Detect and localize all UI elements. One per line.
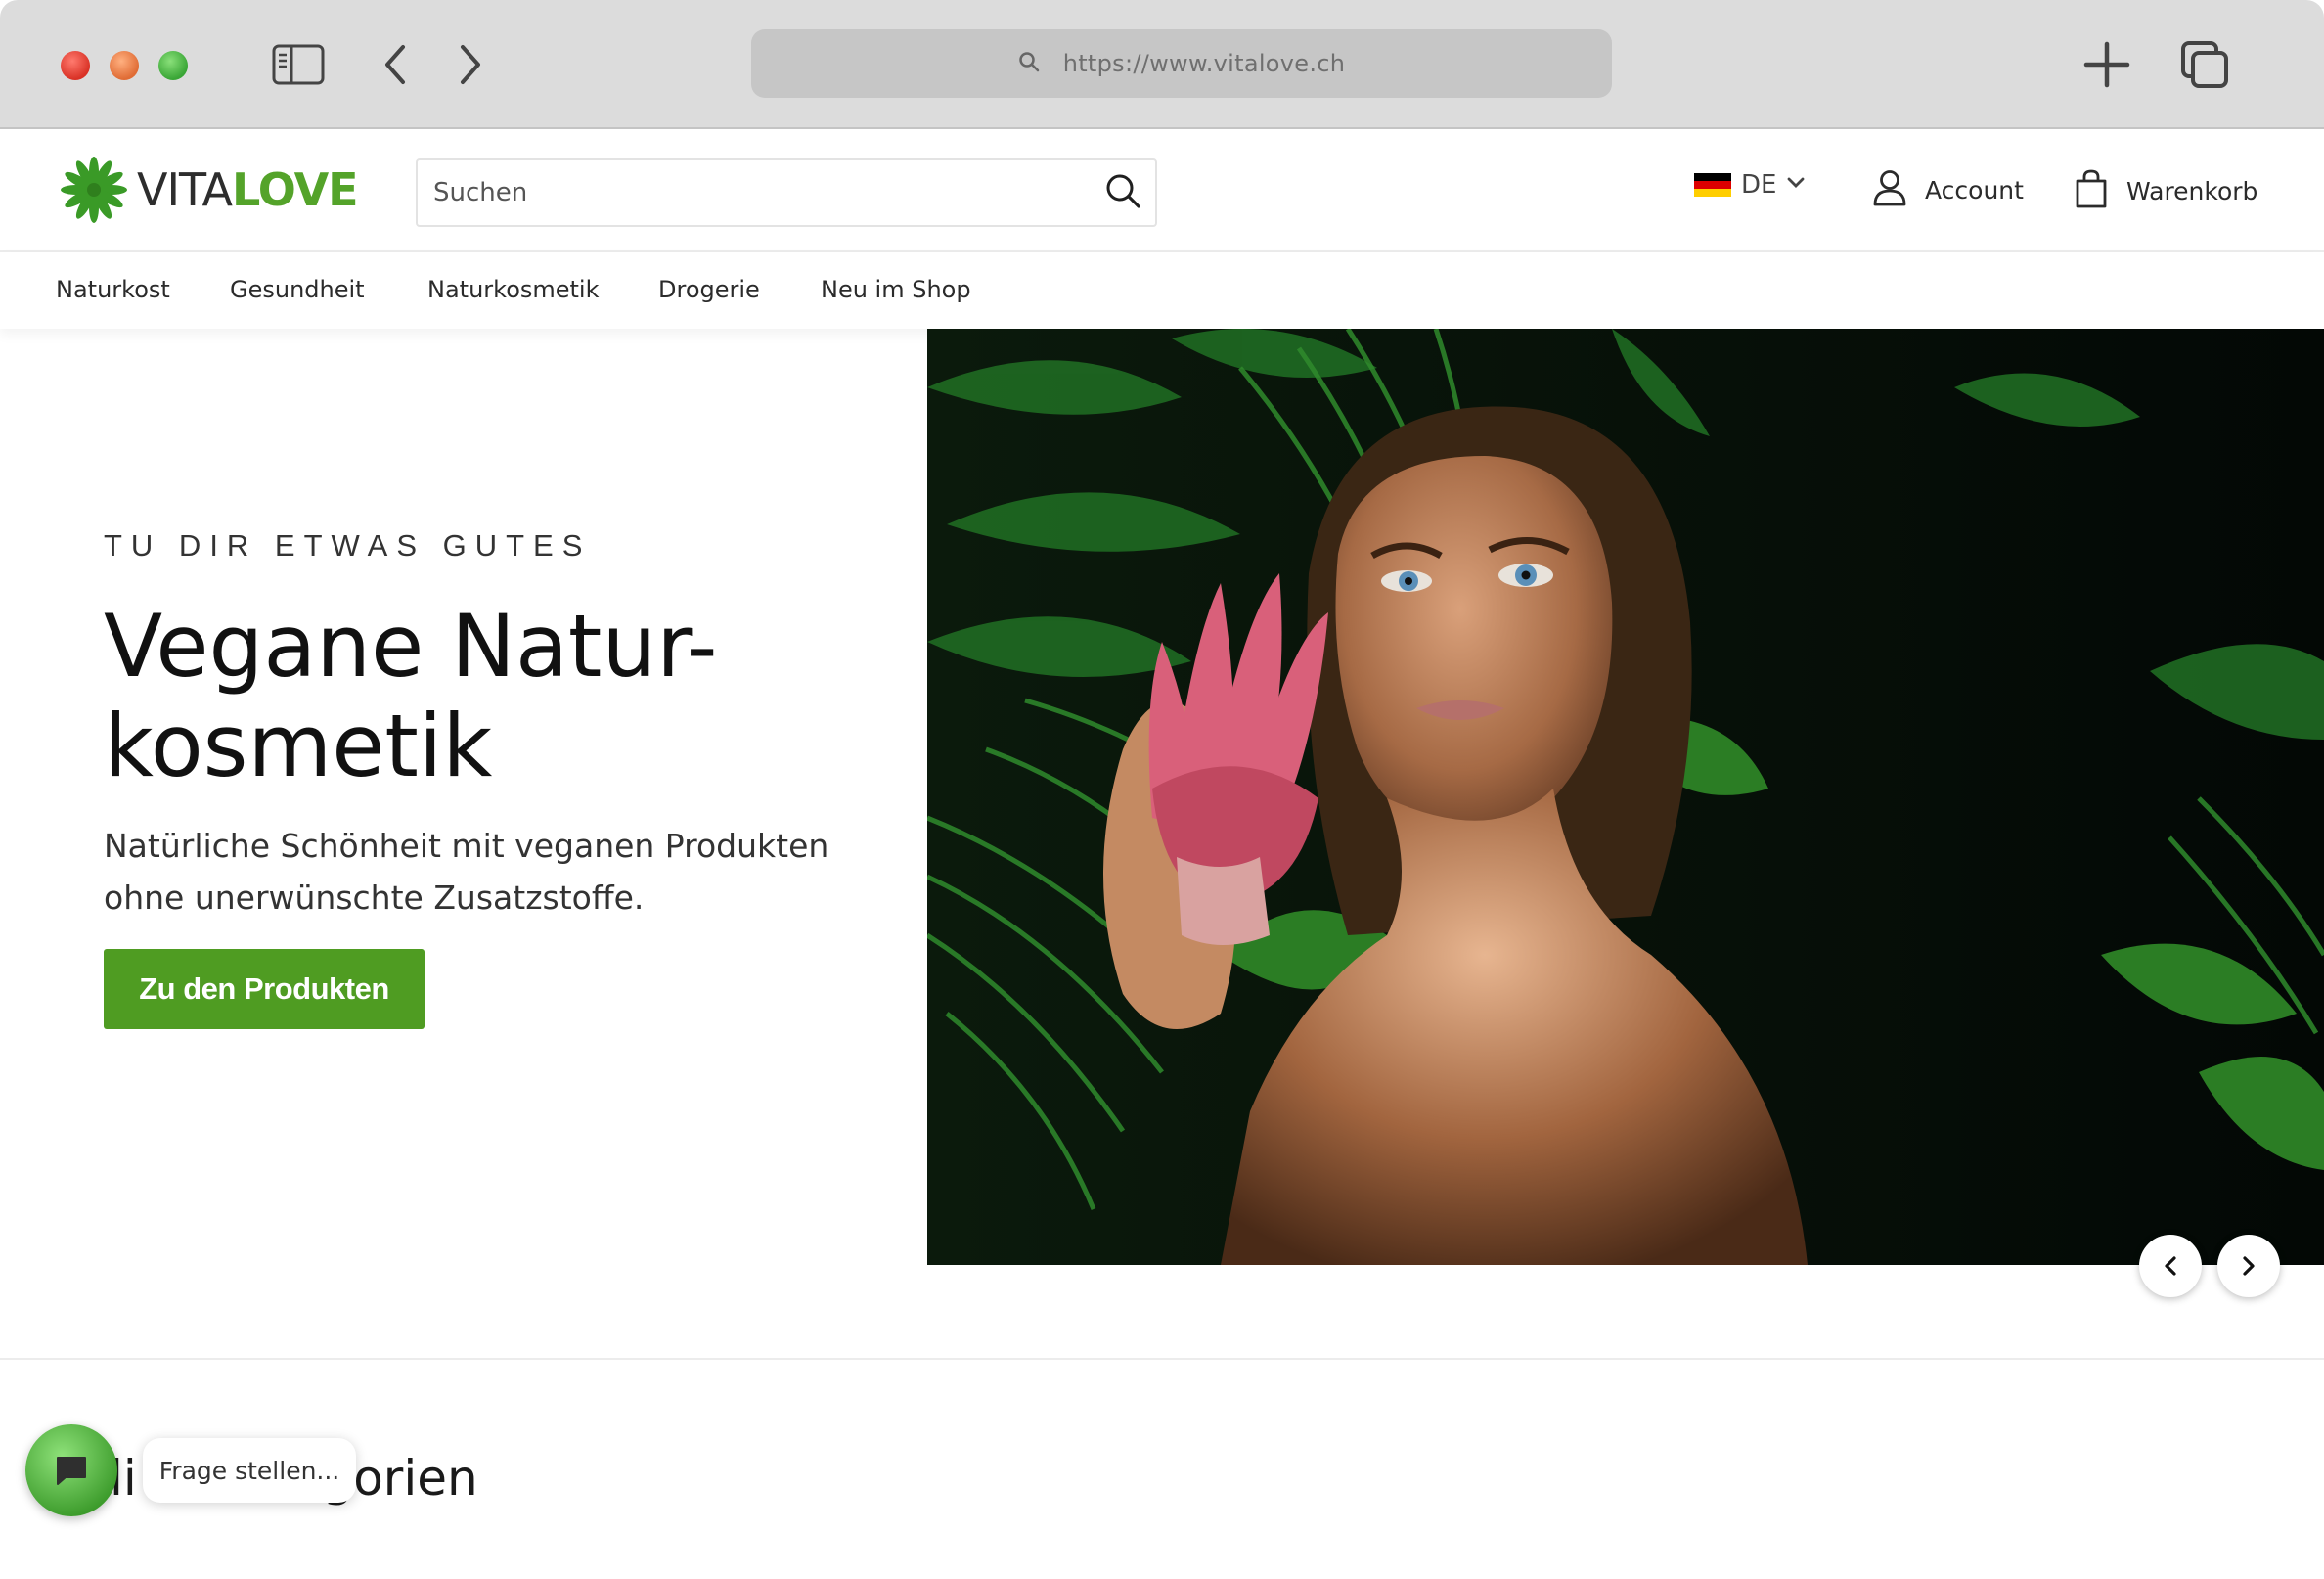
hero-subtitle-line-1: Natürliche Schönheit mit veganen Produkt… (104, 827, 829, 865)
close-window-button[interactable] (61, 51, 90, 80)
section-divider (0, 1358, 2324, 1360)
tabs-overview-icon[interactable] (2175, 37, 2234, 92)
slider-next-button[interactable] (2217, 1235, 2280, 1297)
cart-link[interactable]: Warenkorb (2074, 168, 2257, 214)
leaf-logo-icon (61, 157, 127, 223)
german-flag-icon (1694, 173, 1731, 197)
hero-subtitle: Natürliche Schönheit mit veganen Produkt… (104, 820, 906, 924)
shop-products-button[interactable]: Zu den Produkten (104, 949, 425, 1029)
chat-button[interactable] (25, 1424, 117, 1516)
account-link[interactable]: Account (1872, 168, 2024, 212)
hero-title: Vegane Natur- kosmetik (104, 597, 906, 796)
shopping-bag-icon (2074, 168, 2109, 214)
search-input[interactable] (433, 178, 1104, 207)
chevron-left-icon (2165, 1256, 2176, 1276)
nav-item-drogerie[interactable]: Drogerie (658, 276, 760, 303)
chat-icon (57, 1457, 86, 1485)
cart-label: Warenkorb (2126, 177, 2258, 205)
minimize-window-button[interactable] (110, 51, 139, 80)
slider-prev-button[interactable] (2139, 1235, 2202, 1297)
hero-eyebrow: TU DIR ETWAS GUTES (104, 528, 592, 563)
hero-image (927, 329, 2324, 1265)
nav-item-neu-im-shop[interactable]: Neu im Shop (821, 276, 971, 303)
browser-toolbar: https://www.vitalove.ch (0, 0, 2324, 129)
hero-text-block: TU DIR ETWAS GUTES Vegane Natur- kosmeti… (104, 528, 906, 1029)
main-navigation: Naturkost Gesundheit Naturkosmetik Droge… (0, 252, 2324, 329)
chevron-down-icon (1786, 176, 1806, 195)
hero-title-line-1: Vegane Natur- (104, 596, 718, 697)
new-tab-icon[interactable] (2078, 37, 2136, 92)
nav-item-naturkosmetik[interactable]: Naturkosmetik (427, 276, 600, 303)
hero-title-line-2: kosmetik (104, 696, 493, 796)
search-box (416, 158, 1157, 227)
hero-subtitle-line-2: ohne unerwünschte Zusatzstoffe. (104, 879, 645, 917)
nav-item-gesundheit[interactable]: Gesundheit (230, 276, 365, 303)
address-bar[interactable]: https://www.vitalove.ch (751, 29, 1612, 98)
search-icon[interactable] (1104, 172, 1141, 214)
forward-arrow-icon[interactable] (440, 37, 499, 92)
chat-prompt-bubble[interactable]: Frage stellen... (143, 1438, 356, 1503)
vitalove-logo[interactable]: VITALOVE (59, 155, 359, 225)
site-header: VITALOVE DE Account Warenkorb (0, 131, 2324, 252)
url-text: https://www.vitalove.ch (1062, 50, 1346, 77)
account-label: Account (1925, 176, 2024, 204)
chevron-right-icon (2243, 1256, 2255, 1276)
user-icon (1872, 168, 1907, 212)
logo-wordmark: VITALOVE (137, 163, 359, 216)
search-icon (1018, 51, 1040, 77)
language-selector[interactable]: DE (1694, 170, 1806, 200)
maximize-window-button[interactable] (158, 51, 188, 80)
sidebar-toggle-icon[interactable] (269, 37, 328, 92)
nav-item-naturkost[interactable]: Naturkost (56, 276, 170, 303)
language-label: DE (1741, 170, 1777, 200)
back-arrow-icon[interactable] (367, 37, 425, 92)
